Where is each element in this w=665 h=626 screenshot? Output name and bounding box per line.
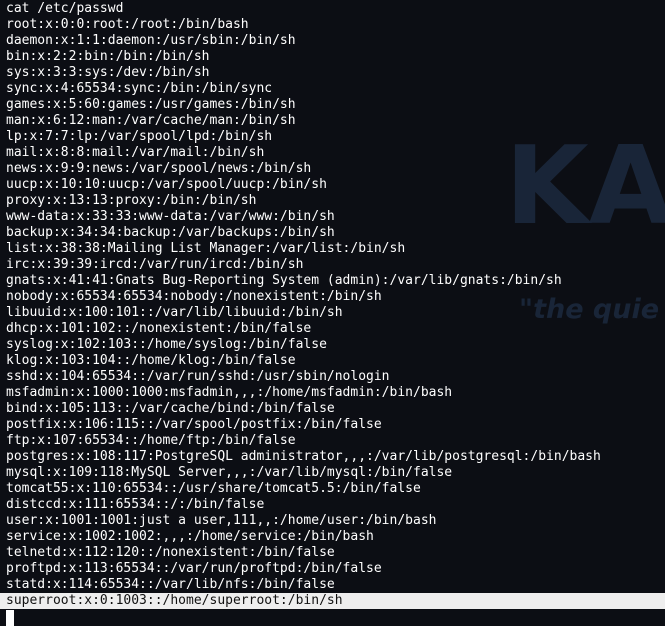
output-line: bind:x:105:113::/var/cache/bind:/bin/fal… (6, 401, 335, 416)
output-line: distccd:x:111:65534::/:/bin/false (6, 497, 265, 512)
output-line: bin:x:2:2:bin:/bin:/bin/sh (6, 49, 210, 64)
output-line: mysql:x:109:118:MySQL Server,,,:/var/lib… (6, 465, 453, 480)
terminal-output[interactable]: cat /etc/passwd root:x:0:0:root:/root:/bi… (0, 1, 665, 609)
output-line: proftpd:x:113:65534::/var/run/proftpd:/b… (6, 561, 382, 576)
output-line: klog:x:103:104::/home/klog:/bin/false (6, 353, 296, 368)
command-line: cat /etc/passwd (6, 1, 124, 16)
output-line: sshd:x:104:65534::/var/run/sshd:/usr/sbi… (6, 369, 390, 384)
output-line: libuuid:x:100:101::/var/lib/libuuid:/bin… (6, 305, 343, 320)
output-line: sys:x:3:3:sys:/dev:/bin/sh (6, 65, 210, 80)
output-line: uucp:x:10:10:uucp:/var/spool/uucp:/bin/s… (6, 177, 327, 192)
output-line: service:x:1002:1002:,,,:/home/service:/b… (6, 529, 374, 544)
output-line: proxy:x:13:13:proxy:/bin:/bin/sh (6, 193, 257, 208)
output-line: dhcp:x:101:102::/nonexistent:/bin/false (6, 321, 312, 336)
output-line: user:x:1001:1001:just a user,111,,:/home… (6, 513, 437, 528)
terminal-window[interactable]: KA "the quie cat /etc/passwd root:x:0:0:r… (0, 0, 665, 626)
output-line: gnats:x:41:41:Gnats Bug-Reporting System… (6, 273, 562, 288)
output-line: postfix:x:106:115::/var/spool/postfix:/b… (6, 417, 382, 432)
output-line: lp:x:7:7:lp:/var/spool/lpd:/bin/sh (6, 129, 273, 144)
output-line: irc:x:39:39:ircd:/var/run/ircd:/bin/sh (6, 257, 304, 272)
output-line: list:x:38:38:Mailing List Manager:/var/l… (6, 241, 406, 256)
output-line: ftp:x:107:65534::/home/ftp:/bin/false (6, 433, 296, 448)
output-line: sync:x:4:65534:sync:/bin:/bin/sync (6, 81, 273, 96)
output-line: man:x:6:12:man:/var/cache/man:/bin/sh (6, 113, 296, 128)
text-cursor (6, 610, 14, 626)
output-line: mail:x:8:8:mail:/var/mail:/bin/sh (6, 145, 265, 160)
selected-output-line: superroot:x:0:1003::/home/superroot:/bin… (0, 593, 665, 609)
output-line: syslog:x:102:103::/home/syslog:/bin/fals… (6, 337, 327, 352)
output-line: backup:x:34:34:backup:/var/backups:/bin/… (6, 225, 335, 240)
output-line: statd:x:114:65534::/var/lib/nfs:/bin/fal… (6, 577, 335, 592)
output-line: www-data:x:33:33:www-data:/var/www:/bin/… (6, 209, 335, 224)
output-line: root:x:0:0:root:/root:/bin/bash (6, 17, 249, 32)
output-line: daemon:x:1:1:daemon:/usr/sbin:/bin/sh (6, 33, 296, 48)
output-line: news:x:9:9:news:/var/spool/news:/bin/sh (6, 161, 312, 176)
output-lines: root:x:0:0:root:/root:/bin/bash daemon:x:… (6, 17, 665, 593)
output-line: nobody:x:65534:65534:nobody:/nonexistent… (6, 289, 382, 304)
output-line: msfadmin:x:1000:1000:msfadmin,,,:/home/m… (6, 385, 453, 400)
output-line: postgres:x:108:117:PostgreSQL administra… (6, 449, 601, 464)
output-line: tomcat55:x:110:65534::/usr/share/tomcat5… (6, 481, 421, 496)
output-line: telnetd:x:112:120::/nonexistent:/bin/fal… (6, 545, 335, 560)
output-line: games:x:5:60:games:/usr/games:/bin/sh (6, 97, 296, 112)
